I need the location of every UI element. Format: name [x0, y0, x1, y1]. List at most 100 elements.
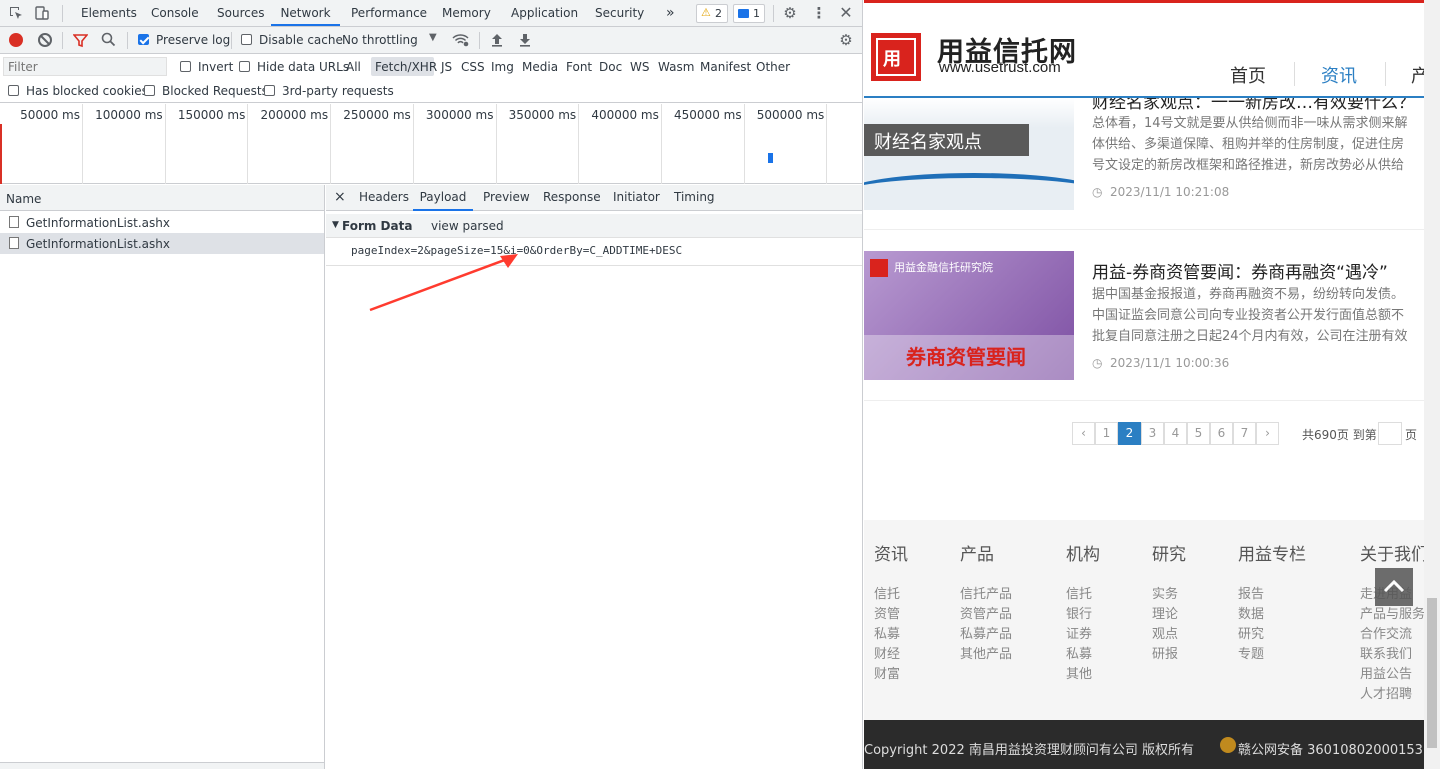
pagination-page[interactable]: 7	[1233, 422, 1256, 445]
article-thumbnail[interactable]: 财经名家观点	[864, 98, 1074, 210]
tab-response[interactable]: Response	[543, 184, 601, 211]
footer-link[interactable]: 资管产品	[960, 603, 1012, 622]
timeline-overview[interactable]: 50000 ms 100000 ms 150000 ms 200000 ms 25000…	[0, 104, 862, 184]
inspect-element-icon[interactable]	[8, 5, 24, 21]
network-settings-gear-icon[interactable]: ⚙	[838, 32, 854, 48]
footer-link[interactable]: 实务	[1152, 583, 1178, 602]
type-filter-ws[interactable]: WS	[630, 60, 649, 74]
footer-column-heading[interactable]: 研究	[1152, 540, 1186, 565]
type-filter-font[interactable]: Font	[566, 60, 592, 74]
back-to-top-button[interactable]	[1375, 568, 1413, 606]
type-filter-doc[interactable]: Doc	[599, 60, 622, 74]
footer-link[interactable]: 合作交流	[1360, 623, 1412, 642]
footer-link[interactable]: 用益公告	[1360, 663, 1412, 682]
pagination-page[interactable]: 6	[1210, 422, 1233, 445]
search-icon[interactable]	[101, 32, 116, 50]
footer-column-heading[interactable]: 用益专栏	[1238, 540, 1306, 565]
pagination-page[interactable]: 5	[1187, 422, 1210, 445]
footer-link[interactable]: 数据	[1238, 603, 1264, 622]
tab-network[interactable]: Network	[271, 0, 340, 26]
scrollbar-thumb[interactable]	[1427, 598, 1437, 748]
site-logo-mark[interactable]: 用	[871, 33, 921, 81]
tab-payload[interactable]: Payload	[413, 184, 473, 211]
device-toolbar-icon[interactable]	[34, 5, 50, 21]
third-party-checkbox[interactable]	[264, 85, 275, 96]
type-filter-all[interactable]: All	[346, 60, 361, 74]
tab-preview[interactable]: Preview	[483, 184, 530, 211]
type-filter-manifest[interactable]: Manifest	[700, 60, 751, 74]
chevron-down-icon[interactable]: ▼	[429, 32, 437, 43]
disable-cache-checkbox[interactable]	[241, 34, 252, 45]
tab-performance[interactable]: Performance	[351, 0, 427, 26]
settings-gear-icon[interactable]: ⚙	[782, 5, 798, 21]
pagination-page[interactable]: 3	[1141, 422, 1164, 445]
more-tabs-icon[interactable]: »	[666, 0, 675, 26]
footer-column-heading[interactable]: 资讯	[874, 540, 908, 565]
tab-security[interactable]: Security	[595, 0, 644, 26]
article-title[interactable]: 用益-券商资管要闻：券商再融资“遇冷”	[1092, 258, 1388, 283]
clear-icon[interactable]	[38, 33, 52, 47]
footer-link[interactable]: 报告	[1238, 583, 1264, 602]
footer-link[interactable]: 私募	[1066, 643, 1092, 662]
footer-link[interactable]: 其他	[1066, 663, 1092, 682]
warnings-badge[interactable]: ⚠ 2	[696, 4, 728, 23]
tab-memory[interactable]: Memory	[442, 0, 491, 26]
invert-checkbox[interactable]	[180, 61, 191, 72]
footer-link[interactable]: 财富	[874, 663, 900, 682]
footer-link[interactable]: 研究	[1238, 623, 1264, 642]
import-har-icon[interactable]	[490, 32, 504, 51]
footer-link[interactable]: 信托产品	[960, 583, 1012, 602]
nav-news[interactable]: 资讯	[1321, 62, 1357, 88]
goto-page-input[interactable]	[1378, 422, 1402, 445]
footer-column-heading[interactable]: 机构	[1066, 540, 1100, 565]
footer-link[interactable]: 资管	[874, 603, 900, 622]
export-har-icon[interactable]	[518, 32, 532, 51]
preserve-log-checkbox[interactable]	[138, 34, 149, 45]
request-row-selected[interactable]: GetInformationList.ashx	[0, 233, 324, 254]
tab-elements[interactable]: Elements	[81, 0, 137, 26]
blocked-requests-checkbox[interactable]	[144, 85, 155, 96]
page-scrollbar[interactable]	[1424, 0, 1440, 769]
footer-link[interactable]: 银行	[1066, 603, 1092, 622]
pagination-next[interactable]: ›	[1256, 422, 1279, 445]
pagination-prev[interactable]: ‹	[1072, 422, 1095, 445]
footer-column-heading[interactable]: 产品	[960, 540, 994, 565]
messages-badge[interactable]: 1	[733, 4, 765, 23]
footer-link[interactable]: 信托	[874, 583, 900, 602]
footer-link[interactable]: 私募产品	[960, 623, 1012, 642]
tab-console[interactable]: Console	[151, 0, 199, 26]
article-thumbnail[interactable]: 用益金融信托研究院 券商资管要闻	[864, 251, 1074, 380]
filter-icon[interactable]	[72, 33, 89, 51]
footer-link[interactable]: 财经	[874, 643, 900, 662]
article-title[interactable]: 财经名家观点：一一新房改…有效要什么？	[1092, 98, 1415, 113]
footer-link[interactable]: 信托	[1066, 583, 1092, 602]
footer-link[interactable]: 人才招聘	[1360, 683, 1412, 702]
pagination-page[interactable]: 1	[1095, 422, 1118, 445]
has-blocked-cookies-checkbox[interactable]	[8, 85, 19, 96]
request-row[interactable]: GetInformationList.ashx	[0, 211, 324, 233]
throttling-select[interactable]: No throttling	[342, 33, 418, 47]
type-filter-wasm[interactable]: Wasm	[658, 60, 694, 74]
record-icon[interactable]	[9, 33, 23, 47]
type-filter-css[interactable]: CSS	[461, 60, 485, 74]
tab-headers[interactable]: Headers	[359, 184, 409, 211]
tab-initiator[interactable]: Initiator	[613, 184, 660, 211]
network-conditions-icon[interactable]	[452, 32, 469, 51]
pagination-page[interactable]: 4	[1164, 422, 1187, 445]
kebab-menu-icon[interactable]: ⋮	[811, 5, 827, 21]
footer-column-heading[interactable]: 关于我们	[1360, 540, 1428, 565]
footer-link[interactable]: 联系我们	[1360, 643, 1412, 662]
footer-link[interactable]: 证券	[1066, 623, 1092, 642]
tab-application[interactable]: Application	[511, 0, 578, 26]
close-devtools-icon[interactable]: ✕	[838, 5, 854, 21]
name-column-header[interactable]: Name	[6, 192, 41, 206]
type-filter-fetch-xhr[interactable]: Fetch/XHR	[375, 60, 437, 74]
tab-sources[interactable]: Sources	[217, 0, 264, 26]
form-data-section-header[interactable]: ▼ Form Data view parsed	[326, 214, 862, 238]
close-details-icon[interactable]: ×	[334, 189, 346, 205]
footer-link[interactable]: 专题	[1238, 643, 1264, 662]
pagination-page-current[interactable]: 2	[1118, 422, 1141, 445]
footer-link[interactable]: 研报	[1152, 643, 1178, 662]
footer-link[interactable]: 观点	[1152, 623, 1178, 642]
filter-input[interactable]	[3, 57, 167, 76]
